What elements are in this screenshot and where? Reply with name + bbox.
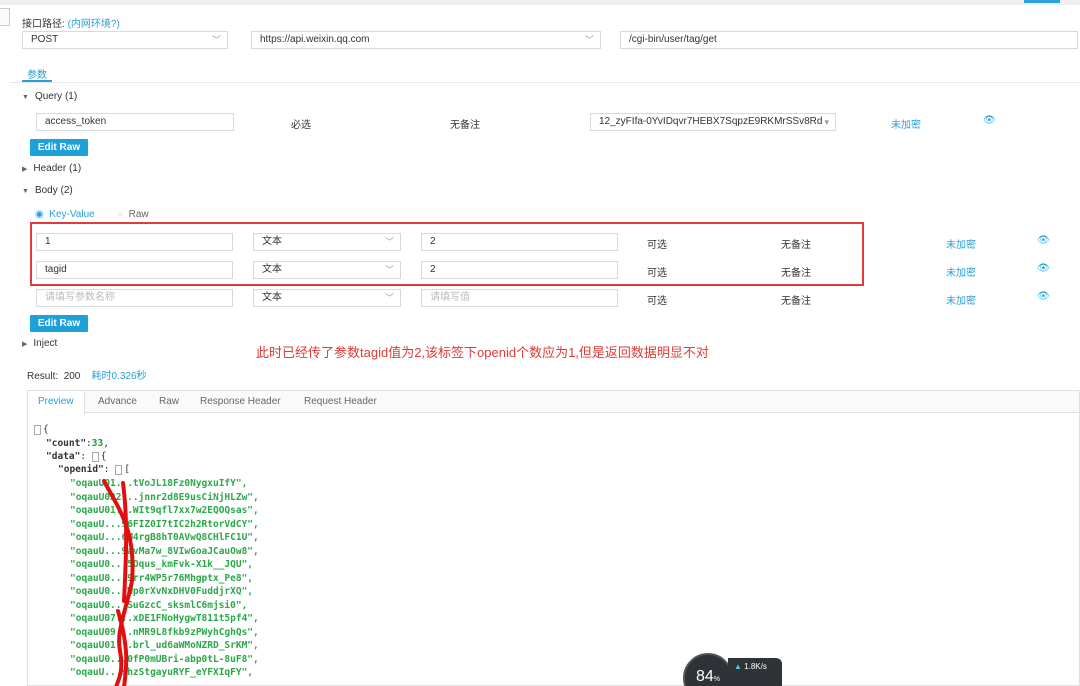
chevron-down-icon: ﹀ [384,293,394,303]
body-encrypt-toggle[interactable]: 未加密 [946,264,976,279]
path-label: 接口路径: [22,19,65,30]
method-select[interactable]: POST ﹀ [22,31,228,49]
new-param-value-input[interactable]: 请填写值 [421,289,618,307]
query-note: 无备注 [450,120,480,131]
result-code: 200 [63,371,81,382]
new-param-type-value: 文本 [262,292,282,303]
highlight-box [30,222,864,286]
query-title: Query (1) [34,91,78,102]
path-input[interactable]: /cgi-bin/user/tag/get [620,31,1078,49]
body-section-toggle[interactable]: ▼ Body (2) [22,185,73,196]
response-panel: Preview Advance Raw Response Header Requ… [27,390,1080,686]
new-encrypt-toggle[interactable]: 未加密 [946,292,976,307]
query-param-value-text: 12_zyFIfa-0YvIDqvr7HEBX7SqpzE9RKMrSSv8Rd [599,116,823,127]
inject-section-toggle[interactable]: ▶ Inject [22,338,57,349]
radio-key-value[interactable]: ◉ Key-Value [35,209,95,220]
new-param-name-placeholder: 请填写参数名称 [45,292,115,303]
result-label: Result: [27,371,59,382]
caret-down-icon: ▾ [824,117,829,127]
eye-icon[interactable]: 👁 [1037,263,1050,274]
radio-selected-icon: ◉ [35,209,44,220]
eye-icon[interactable]: 👁 [983,115,996,126]
query-edit-raw-button[interactable]: Edit Raw [30,139,88,156]
raw-label: Raw [128,209,149,220]
top-bar [0,0,1080,5]
key-value-label: Key-Value [49,209,95,220]
red-annotation: 此时已经传了参数tagid值为2,该标签下openid个数应为1,但是返回数据明… [256,345,709,360]
monitor-speed: 1.8K/s [744,662,767,671]
new-required: 可选 [647,296,667,307]
red-scribble-path [102,479,135,686]
network-speed: ▲ 1.8K/s [728,658,782,686]
host-select[interactable]: https://api.weixin.qq.com ﹀ [251,31,601,49]
new-param-type[interactable]: 文本 ﹀ [253,289,401,307]
query-section-toggle[interactable]: ▼ Query (1) [22,91,77,102]
radio-raw[interactable]: ○ Raw [117,209,149,220]
query-param-name[interactable]: access_token [36,113,234,131]
eye-icon[interactable]: 👁 [1037,291,1050,302]
caret-down-icon: ▼ [22,94,29,101]
host-value: https://api.weixin.qq.com [260,34,370,45]
query-required: 必选 [291,120,311,131]
new-param-name-input[interactable]: 请填写参数名称 [36,289,233,307]
side-collapse-tab[interactable] [0,8,10,26]
intranet-link[interactable]: (内网环境?) [68,19,120,30]
new-param-value-placeholder: 请填写值 [430,292,470,303]
eye-icon[interactable]: 👁 [1037,235,1050,246]
query-param-value[interactable]: 12_zyFIfa-0YvIDqvr7HEBX7SqpzE9RKMrSSv8Rd… [590,113,836,131]
monitor-percent-unit: % [713,676,721,683]
caret-right-icon: ▶ [22,166,28,173]
method-value: POST [31,34,59,45]
chevron-down-icon: ﹀ [211,35,221,45]
path-value: /cgi-bin/user/tag/get [629,34,717,45]
query-param-name-value: access_token [45,116,107,127]
red-scribble [102,479,135,686]
header-title: Header (1) [33,163,82,174]
tab-params[interactable]: 参数 [27,66,47,81]
caret-down-icon: ▼ [22,188,29,195]
new-note: 无备注 [781,296,811,307]
radio-unselected-icon: ○ [117,209,124,220]
header-section-toggle[interactable]: ▶ Header (1) [22,163,81,174]
arrow-up-icon: ▲ [734,662,742,671]
tab-divider [10,82,1080,83]
query-encrypt-toggle[interactable]: 未加密 [891,116,921,131]
body-encrypt-toggle[interactable]: 未加密 [946,236,976,251]
inject-title: Inject [33,338,58,349]
body-edit-raw-button[interactable]: Edit Raw [30,315,88,332]
top-action-button[interactable] [1024,0,1060,3]
chevron-down-icon: ﹀ [584,35,594,45]
monitor-percent: 84 [695,668,714,685]
api-path-label: 接口路径: (内网环境?) [22,15,120,30]
caret-right-icon: ▶ [22,341,28,348]
body-title: Body (2) [34,185,73,196]
result-time: 耗时0.326秒 [91,371,147,382]
result-line: Result: 200 耗时0.326秒 [27,367,147,382]
